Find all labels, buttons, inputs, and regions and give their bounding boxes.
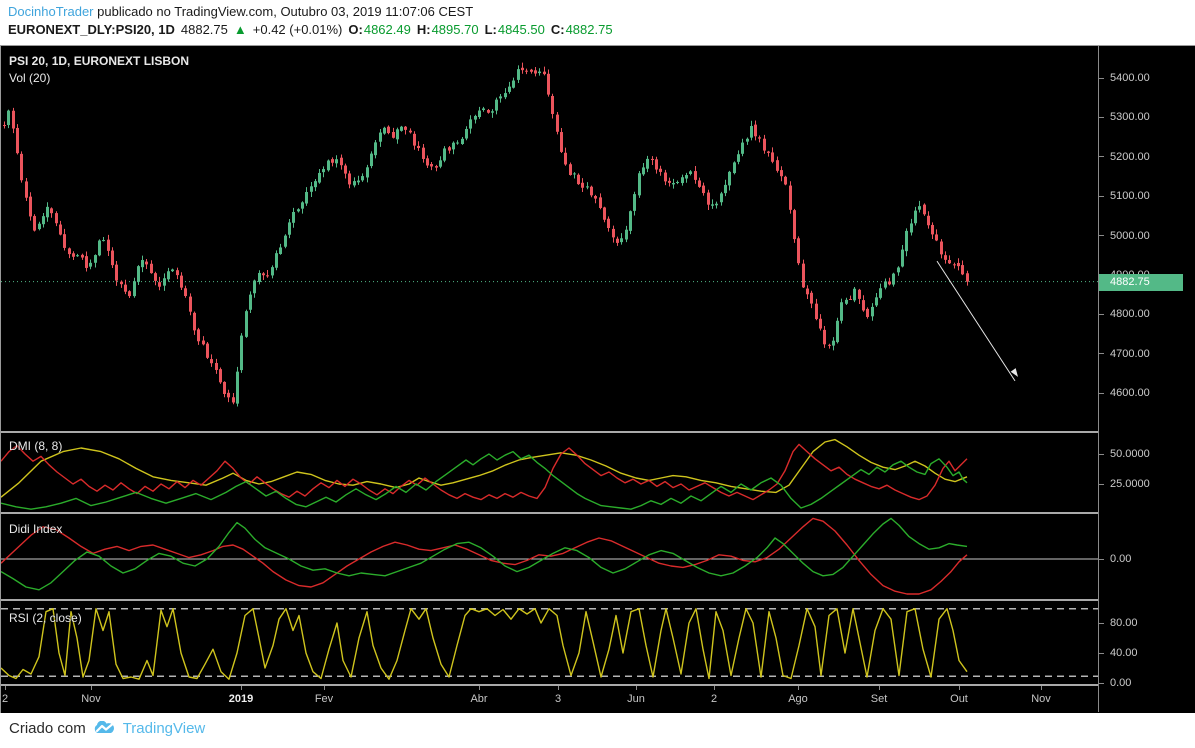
- ohlc-low: L: 4845.50: [484, 22, 545, 37]
- price-change: +0.42 (+0.01%): [252, 22, 343, 37]
- time-tick: [959, 686, 960, 690]
- time-axis-label: 2: [1, 693, 9, 705]
- created-with-text: Criado com: [9, 720, 86, 737]
- dmi-canvas[interactable]: [1, 433, 1098, 512]
- time-axis-label: Nov: [1031, 693, 1051, 705]
- main-pane-title: PSI 20, 1D, EURONEXT LISBON: [9, 54, 190, 68]
- rsi-canvas[interactable]: [1, 601, 1098, 684]
- ohlc-high: H: 4895.70: [416, 22, 479, 37]
- time-axis-label: Nov: [81, 693, 101, 705]
- time-tick: [324, 686, 325, 690]
- time-tick: [558, 686, 559, 690]
- time-tick: [241, 686, 242, 690]
- price-tick-label: 80.00: [1099, 616, 1138, 630]
- symbol-name[interactable]: EURONEXT_DLY:PSI20, 1D: [8, 22, 175, 37]
- time-tick: [798, 686, 799, 690]
- time-axis-label: Fev: [314, 693, 334, 705]
- up-triangle-icon: ▲: [233, 22, 247, 37]
- price-tick-label: 25.0000: [1099, 477, 1150, 491]
- price-tick-label: 0.00: [1099, 676, 1131, 690]
- footer: Criado com TradingView: [0, 713, 1195, 748]
- didi-pane-title[interactable]: Didi Index: [9, 522, 62, 536]
- time-tick: [5, 686, 6, 690]
- time-axis-label: Abr: [470, 693, 488, 705]
- dmi-pane[interactable]: DMI (8, 8): [1, 433, 1098, 512]
- price-tick-label: 5300.00: [1099, 110, 1150, 124]
- ohlc-open: O: 4862.49: [348, 22, 411, 37]
- rsi-pane[interactable]: RSI (2, close): [1, 601, 1098, 684]
- rsi-pane-title[interactable]: RSI (2, close): [9, 611, 82, 625]
- didi-pane[interactable]: Didi Index: [1, 514, 1098, 599]
- time-tick: [479, 686, 480, 690]
- price-tick-label: 5200.00: [1099, 150, 1150, 164]
- price-axis[interactable]: 5400.005300.005200.005100.005000.004900.…: [1098, 46, 1195, 712]
- price-tick-label: 4700.00: [1099, 347, 1150, 361]
- current-price-label: 4882.75: [1099, 273, 1183, 291]
- symbol-header: EURONEXT_DLY:PSI20, 1D 4882.75 ▲ +0.42 (…: [8, 22, 613, 37]
- time-tick: [636, 686, 637, 690]
- time-tick: [879, 686, 880, 690]
- time-axis-label: Ago: [788, 693, 808, 705]
- time-axis-label: 3: [554, 693, 562, 705]
- ohlc-close: C: 4882.75: [550, 22, 613, 37]
- price-tick-label: 0.00: [1099, 552, 1131, 566]
- time-axis-label: Out: [950, 693, 968, 705]
- time-tick: [1041, 686, 1042, 690]
- time-axis[interactable]: 2 Nov 2019 Fev Abr 3 Jun 2 Ago Set Out Nov: [1, 686, 1098, 712]
- didi-canvas[interactable]: [1, 514, 1098, 599]
- price-tick-label: 40.00: [1099, 646, 1138, 660]
- time-tick: [91, 686, 92, 690]
- publish-header: DocinhoTrader publicado no TradingView.c…: [8, 4, 473, 19]
- price-tick-label: 5400.00: [1099, 71, 1150, 85]
- last-price: 4882.75: [180, 22, 228, 37]
- time-axis-label: Jun: [627, 693, 645, 705]
- chart-widget[interactable]: PSI 20, 1D, EURONEXT LISBON Vol (20) DMI…: [0, 45, 1195, 713]
- time-axis-label: 2: [710, 693, 718, 705]
- main-price-pane[interactable]: PSI 20, 1D, EURONEXT LISBON Vol (20): [1, 46, 1098, 431]
- tradingview-logo-icon[interactable]: [92, 720, 117, 737]
- price-tick-label: 4600.00: [1099, 386, 1150, 400]
- volume-indicator-label[interactable]: Vol (20): [9, 71, 50, 85]
- time-axis-label: 2019: [228, 693, 254, 705]
- price-tick-label: 5100.00: [1099, 189, 1150, 203]
- price-tick-label: 4800.00: [1099, 307, 1150, 321]
- author-link[interactable]: DocinhoTrader: [8, 4, 94, 19]
- time-axis-label: Set: [870, 693, 888, 705]
- tradingview-link[interactable]: TradingView: [123, 720, 206, 737]
- publish-text: publicado no TradingView.com, Outubro 03…: [93, 4, 474, 19]
- price-tick-label: 5000.00: [1099, 229, 1150, 243]
- candlestick-canvas[interactable]: [1, 46, 1098, 431]
- time-tick: [714, 686, 715, 690]
- price-tick-label: 50.0000: [1099, 447, 1150, 461]
- dmi-pane-title[interactable]: DMI (8, 8): [9, 439, 62, 453]
